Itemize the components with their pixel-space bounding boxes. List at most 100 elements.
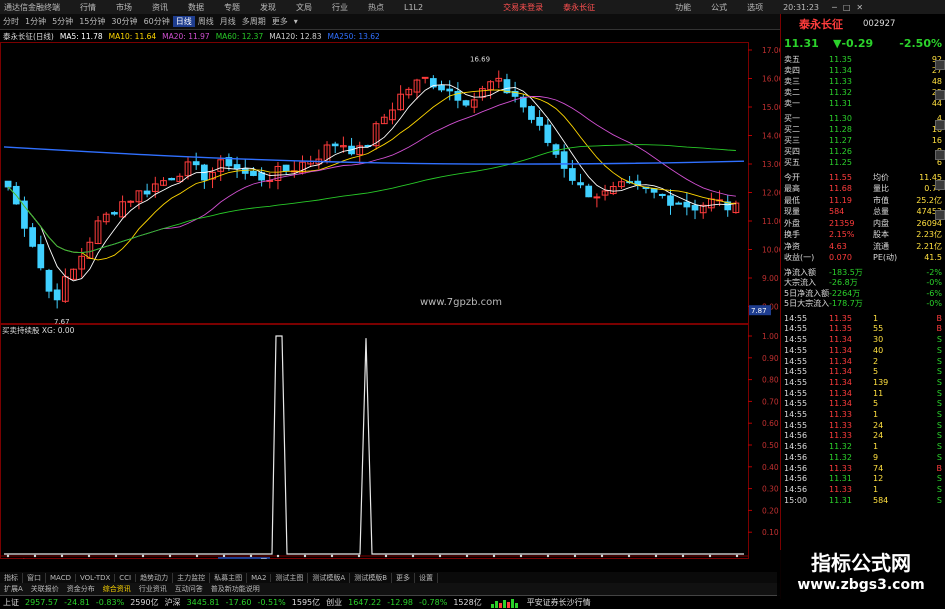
period-60min[interactable]: 60分钟 bbox=[141, 16, 173, 27]
menu-formula[interactable]: 公式 bbox=[701, 2, 737, 13]
date-dot bbox=[330, 554, 334, 558]
period-more[interactable]: 更多 bbox=[269, 16, 291, 27]
flow-label: 净流入额 bbox=[784, 267, 816, 277]
tick-side: S bbox=[936, 388, 942, 398]
ind-tab-8[interactable]: MA2 bbox=[247, 573, 272, 582]
ind-tab-3[interactable]: VOL-TDX bbox=[76, 573, 116, 582]
period-monthly[interactable]: 月线 bbox=[217, 16, 239, 27]
menu-options[interactable]: 选项 bbox=[737, 2, 773, 13]
tick-side: S bbox=[936, 431, 942, 441]
menu-discover[interactable]: 发现 bbox=[250, 2, 286, 13]
tick-side: S bbox=[936, 495, 942, 505]
ind-tab-2[interactable]: MACD bbox=[46, 573, 76, 582]
ma120-label: MA120: 12.83 bbox=[269, 32, 322, 41]
date-dot bbox=[87, 554, 91, 558]
ask-row: 卖五11.3592 bbox=[781, 54, 945, 65]
period-multi[interactable]: 多周期 bbox=[239, 16, 269, 27]
side-icon-6[interactable] bbox=[935, 210, 945, 220]
quote-label: 最高 bbox=[784, 184, 800, 194]
chevron-down-icon[interactable]: ▾ bbox=[291, 17, 301, 26]
menu-data[interactable]: 数据 bbox=[178, 2, 214, 13]
ind-tab-5[interactable]: 趋势动力 bbox=[136, 572, 174, 583]
ma20-label: MA20: 11.97 bbox=[162, 32, 210, 41]
minimize-icon[interactable]: ─ bbox=[829, 3, 840, 12]
menu-hot[interactable]: 热点 bbox=[358, 2, 394, 13]
ind-tab-6[interactable]: 主力监控 bbox=[173, 572, 211, 583]
tick-volume: 24 bbox=[873, 420, 884, 430]
ind-tab-1[interactable]: 窗口 bbox=[23, 572, 46, 583]
ind-tab-10[interactable]: 测试模版A bbox=[308, 572, 351, 583]
tick-price: 11.33 bbox=[829, 420, 852, 430]
candle-body bbox=[585, 185, 593, 198]
tick-time: 14:56 bbox=[784, 442, 808, 452]
index-cy-value: 1647.22 bbox=[348, 598, 382, 607]
menu-market[interactable]: 市场 bbox=[106, 2, 142, 13]
ext-tab-2[interactable]: 资金分布 bbox=[63, 584, 99, 594]
ind-tab-13[interactable]: 设置 bbox=[415, 572, 439, 583]
tick-time: 14:55 bbox=[784, 420, 808, 430]
index-sh-name[interactable]: 上证 bbox=[0, 597, 22, 608]
ind-axis-label: 0.90 bbox=[762, 354, 779, 363]
ind-tab-11[interactable]: 测试模版B bbox=[350, 572, 393, 583]
quote-value: 0.070 bbox=[829, 253, 852, 263]
candle-body bbox=[250, 170, 257, 176]
date-axis-label: 3 bbox=[120, 558, 124, 559]
tick-volume: 11 bbox=[873, 388, 884, 398]
ind-tab-12[interactable]: 更多 bbox=[392, 572, 416, 583]
tick-volume: 24 bbox=[873, 431, 884, 441]
price-axis-label: 15.00 bbox=[762, 103, 780, 112]
side-icon-4[interactable] bbox=[935, 150, 945, 160]
date-dot bbox=[114, 554, 118, 558]
candlestick-chart[interactable]: 17.00 16.00 15.00 14.00 13.00 12.00 11.00 10.00… bbox=[0, 42, 780, 324]
quote-label: 市值 bbox=[873, 195, 889, 205]
date-dot bbox=[492, 554, 496, 558]
ind-tab-0[interactable]: 指标 bbox=[0, 572, 23, 583]
menu-wenju[interactable]: 文局 bbox=[286, 2, 322, 13]
ext-tab-0[interactable]: 扩展A bbox=[0, 584, 27, 594]
maximize-icon[interactable]: □ bbox=[840, 3, 854, 12]
date-dot bbox=[33, 554, 37, 558]
flow-pct: -0% bbox=[926, 299, 942, 309]
tick-side: S bbox=[936, 452, 942, 462]
menu-l1l2[interactable]: L1L2 bbox=[394, 3, 433, 12]
period-daily[interactable]: 日线 bbox=[172, 16, 195, 27]
side-icon-1[interactable] bbox=[935, 60, 945, 70]
side-icon-2[interactable] bbox=[935, 90, 945, 100]
ask-volume: 48 bbox=[931, 76, 942, 86]
side-icon-5[interactable] bbox=[935, 180, 945, 190]
menu-function[interactable]: 功能 bbox=[665, 2, 701, 13]
xg-signal-line bbox=[4, 335, 744, 555]
tick-row: 14:55 11.35 55 B bbox=[781, 324, 945, 335]
index-cy-name[interactable]: 创业 bbox=[323, 597, 345, 608]
quote-value: 2.21亿 bbox=[916, 241, 942, 251]
ext-tab-3[interactable]: 综合资讯 bbox=[99, 584, 135, 594]
ext-tab-5[interactable]: 互动问答 bbox=[171, 584, 207, 594]
menu-topic[interactable]: 专题 bbox=[214, 2, 250, 13]
period-30min[interactable]: 30分钟 bbox=[108, 16, 140, 27]
period-1min[interactable]: 1分钟 bbox=[22, 16, 49, 27]
ind-tab-9[interactable]: 测试主图 bbox=[271, 572, 309, 583]
period-15min[interactable]: 15分钟 bbox=[76, 16, 108, 27]
close-icon[interactable]: ✕ bbox=[853, 3, 866, 12]
menu-industry[interactable]: 行业 bbox=[322, 2, 358, 13]
period-intraday[interactable]: 分时 bbox=[0, 16, 22, 27]
quote-label: 现量 bbox=[784, 207, 800, 217]
menu-news[interactable]: 资讯 bbox=[142, 2, 178, 13]
candle-body bbox=[331, 143, 339, 147]
ext-tab-1[interactable]: 关联报价 bbox=[27, 584, 63, 594]
period-weekly[interactable]: 周线 bbox=[195, 16, 217, 27]
side-icon-3[interactable] bbox=[935, 120, 945, 130]
ind-tab-7[interactable]: 私募主图 bbox=[210, 572, 248, 583]
menu-quotes[interactable]: 行情 bbox=[70, 2, 106, 13]
tick-volume: 9 bbox=[873, 452, 879, 462]
period-5min[interactable]: 5分钟 bbox=[49, 16, 76, 27]
indicator-chart[interactable]: 1.00 0.90 0.80 0.70 0.60 0.50 0.40 0.30 0.20 0.10… bbox=[0, 324, 780, 559]
stock-header: 泰永长征 002927 bbox=[781, 16, 945, 31]
ind-tab-4[interactable]: CCI bbox=[115, 573, 137, 582]
ext-tab-4[interactable]: 行业资讯 bbox=[135, 584, 171, 594]
index-hs-name[interactable]: 沪深 bbox=[162, 597, 184, 608]
tick-row: 14:55 11.34 30 S bbox=[781, 334, 945, 345]
ext-tab-6[interactable]: 普及新功能说明 bbox=[207, 584, 264, 594]
trade-login-status[interactable]: 交易未登录 bbox=[493, 2, 553, 13]
price-tag: 7.87 bbox=[751, 307, 767, 315]
